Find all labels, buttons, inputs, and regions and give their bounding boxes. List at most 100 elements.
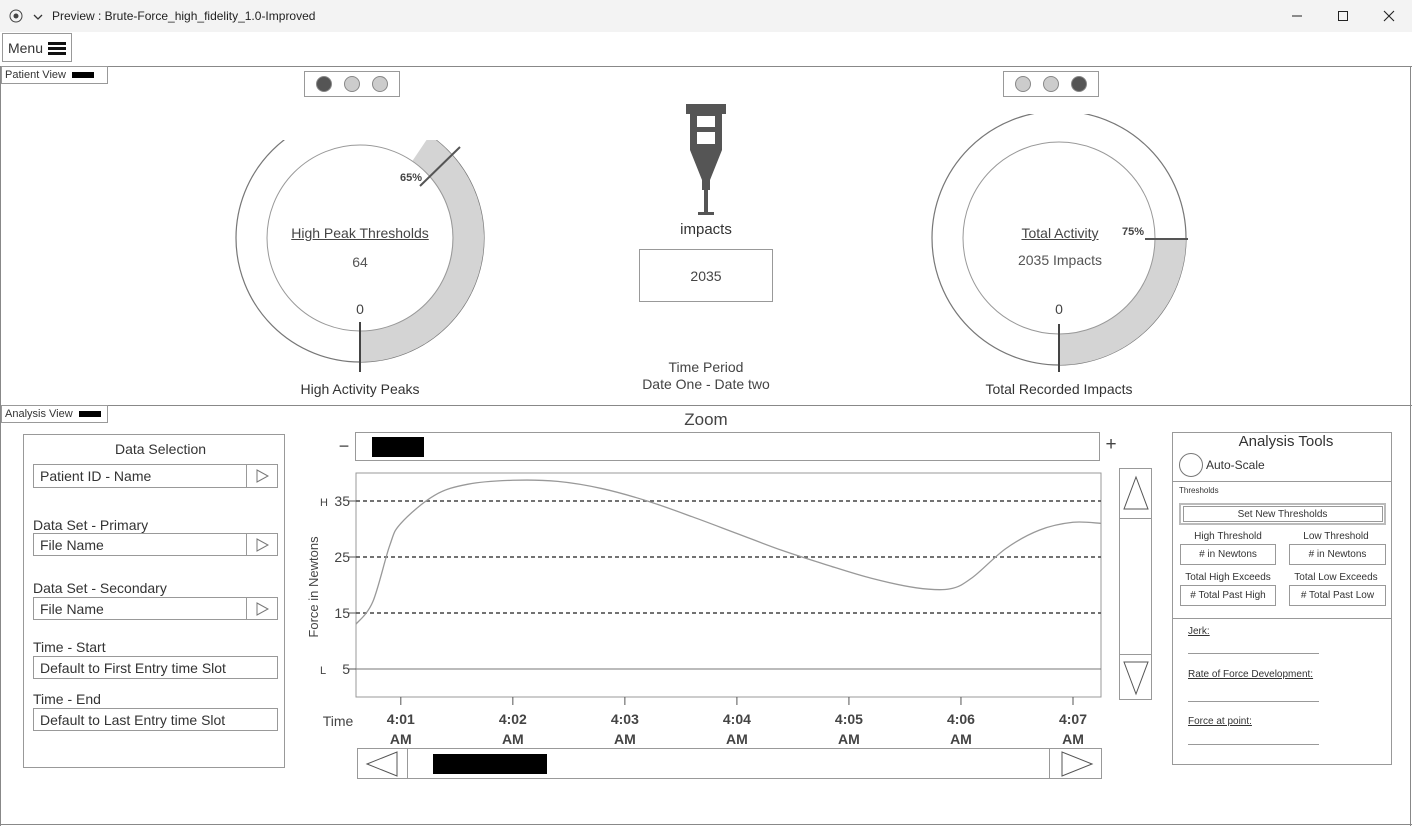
y-tick-label: 15 <box>334 605 350 621</box>
triangle-left-icon <box>365 750 398 777</box>
analysis-tools-title: Analysis Tools <box>1238 433 1334 450</box>
total-low-value: # Total Past Low <box>1289 585 1386 606</box>
zoom-label: Zoom <box>684 410 728 429</box>
syringe-icon <box>686 104 726 215</box>
x-tick-period: AM <box>950 731 972 747</box>
patient-view-top-rule <box>0 66 1412 67</box>
low-threshold-label: Low Threshold <box>1303 531 1369 542</box>
pager-dot[interactable] <box>372 76 388 92</box>
threshold-marker-label: L <box>320 665 326 677</box>
primary-dataset-select[interactable]: File Name <box>33 533 278 556</box>
time-end-input[interactable]: Default to Last Entry time Slot <box>33 708 278 731</box>
zoom-thumb[interactable] <box>372 437 424 457</box>
patient-view-label: Patient View <box>5 69 66 81</box>
x-tick-time: 4:07 <box>1059 711 1087 727</box>
jerk-value-line <box>1188 653 1319 654</box>
hamburger-icon <box>48 41 67 55</box>
threshold-marker-label: H <box>320 497 328 509</box>
x-tick-time: 4:04 <box>723 711 751 727</box>
x-tick-time: 4:03 <box>611 711 639 727</box>
date-range[interactable]: Date One - Date two <box>606 376 806 392</box>
analysis-view-label: Analysis View <box>5 408 73 420</box>
horizontal-scroll-thumb[interactable] <box>433 754 547 774</box>
gauge-zero-label: 0 <box>1055 301 1063 317</box>
maximize-button[interactable] <box>1320 0 1366 32</box>
analysis-view-tag[interactable]: Analysis View <box>1 405 108 423</box>
high-activity-peaks-caption: High Activity Peaks <box>300 381 420 397</box>
total-activity-value: 2035 Impacts <box>1017 252 1103 268</box>
scroll-left-button[interactable] <box>357 748 408 779</box>
rfd-label[interactable]: Rate of Force Development: <box>1188 669 1313 680</box>
patient-view-tag[interactable]: Patient View <box>1 66 108 84</box>
low-threshold-input[interactable]: # in Newtons <box>1289 544 1386 565</box>
play-icon[interactable] <box>246 598 277 619</box>
analysis-view-toggle[interactable] <box>78 411 101 417</box>
pager-dot[interactable] <box>1071 76 1087 92</box>
patient-select-value: Patient ID - Name <box>40 468 152 484</box>
x-tick-period: AM <box>502 731 524 747</box>
close-button[interactable] <box>1366 0 1412 32</box>
time-start-input[interactable]: Default to First Entry time Slot <box>33 656 278 679</box>
high-threshold-input[interactable]: # in Newtons <box>1180 544 1276 565</box>
minimize-button[interactable] <box>1274 0 1320 32</box>
time-end-label: Time - End <box>33 691 101 707</box>
app-record-icon[interactable] <box>9 9 23 23</box>
menu-label: Menu <box>7 39 44 56</box>
autoscale-radio[interactable] <box>1179 453 1203 477</box>
force-at-point-line <box>1188 744 1319 745</box>
patient-view-toggle[interactable] <box>71 72 94 78</box>
force-at-point-label[interactable]: Force at point: <box>1188 716 1252 727</box>
y-tick-label: 35 <box>334 493 350 509</box>
pager-dot[interactable] <box>1043 76 1059 92</box>
zoom-out-button[interactable]: − <box>335 436 353 457</box>
x-tick-period: AM <box>1062 731 1084 747</box>
total-low-label: Total Low Exceeds <box>1294 572 1378 583</box>
triangle-up-icon <box>1122 475 1149 510</box>
impacts-label: impacts <box>680 221 732 238</box>
high-peak-value: 64 <box>352 254 368 270</box>
left-pager <box>304 71 400 97</box>
scroll-down-button[interactable] <box>1119 654 1152 701</box>
y-tick-label: 25 <box>334 549 350 565</box>
primary-dataset-label: Data Set - Primary <box>33 517 149 533</box>
gauge-percent-label: 75% <box>1122 226 1145 238</box>
x-tick-period: AM <box>726 731 748 747</box>
set-thresholds-button[interactable]: Set New Thresholds <box>1179 503 1386 525</box>
high-peak-title[interactable]: High Peak Thresholds <box>260 225 460 241</box>
jerk-label[interactable]: Jerk: <box>1188 626 1210 637</box>
scroll-right-button[interactable] <box>1049 748 1103 779</box>
primary-dataset-value: File Name <box>40 536 104 553</box>
x-tick-time: 4:05 <box>835 711 863 727</box>
right-pager <box>1003 71 1099 97</box>
right-frame-rule <box>1410 66 1411 826</box>
x-tick-time: 4:01 <box>387 711 415 727</box>
menu-button[interactable]: Menu <box>2 33 72 62</box>
pager-dot[interactable] <box>344 76 360 92</box>
total-recorded-impacts-caption: Total Recorded Impacts <box>985 381 1133 397</box>
pager-dot[interactable] <box>1015 76 1031 92</box>
rfd-value-line <box>1188 701 1319 702</box>
triangle-right-icon <box>1061 750 1093 777</box>
data-selection-title: Data Selection <box>114 441 207 457</box>
total-high-value: # Total Past High <box>1180 585 1276 606</box>
x-tick-period: AM <box>614 731 636 747</box>
analysis-view-top-rule <box>0 405 1412 406</box>
x-tick-period: AM <box>838 731 860 747</box>
chevron-down-icon[interactable] <box>32 10 44 22</box>
zoom-in-button[interactable]: + <box>1102 434 1120 456</box>
scroll-up-button[interactable] <box>1119 468 1152 519</box>
window-title: Preview : Brute-Force_high_fidelity_1.0-… <box>52 9 316 23</box>
play-icon[interactable] <box>246 465 277 487</box>
play-icon[interactable] <box>246 534 277 555</box>
patient-select[interactable]: Patient ID - Name <box>33 464 278 488</box>
secondary-dataset-select[interactable]: File Name <box>33 597 278 620</box>
left-frame-rule <box>0 66 1 826</box>
secondary-dataset-label: Data Set - Secondary <box>33 580 167 596</box>
pager-dot[interactable] <box>316 76 332 92</box>
zoom-track[interactable] <box>355 432 1100 461</box>
gauge-percent-label: 65% <box>400 172 423 184</box>
gauge-zero-label: 0 <box>356 301 364 317</box>
thresholds-label: Thresholds <box>1179 486 1219 495</box>
tools-divider <box>1172 618 1392 619</box>
triangle-down-icon <box>1122 661 1149 696</box>
